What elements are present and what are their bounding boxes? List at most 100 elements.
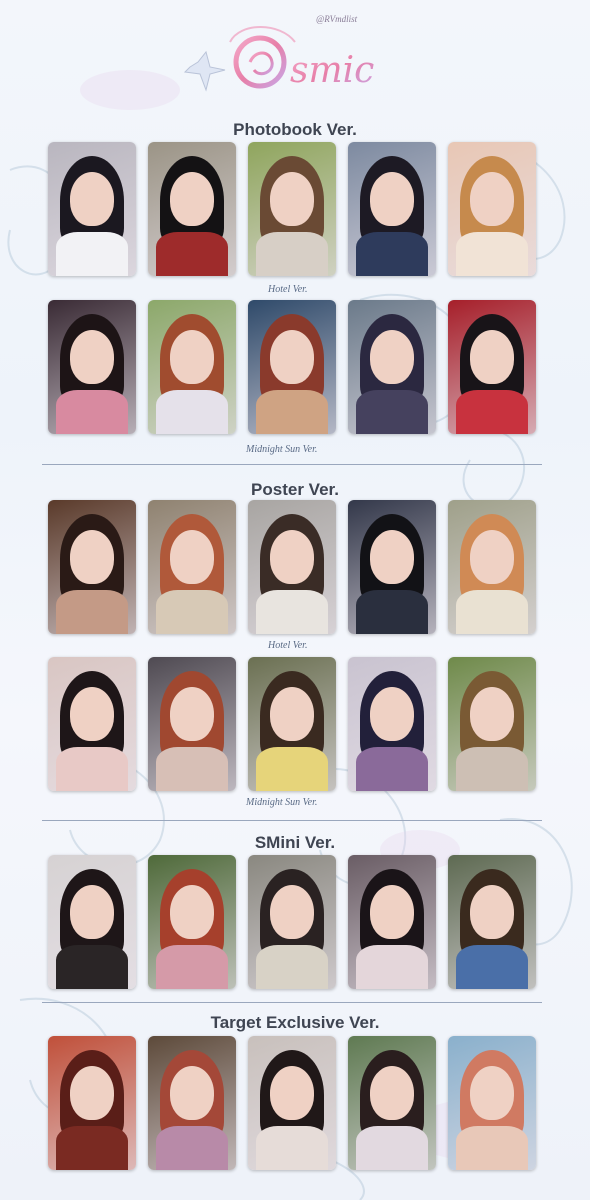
photocard — [148, 1036, 236, 1170]
photocard-face — [470, 885, 514, 939]
photocard — [48, 1036, 136, 1170]
photocard-outfit — [156, 590, 228, 634]
photocard — [448, 500, 536, 634]
photocard-outfit — [56, 390, 128, 434]
photocard — [448, 142, 536, 276]
photocard-outfit — [456, 590, 528, 634]
photocard — [48, 657, 136, 791]
photocard-face — [470, 172, 514, 226]
section-title-poster: Poster Ver. — [251, 480, 339, 499]
row-label-hotel: Hotel Ver. — [268, 284, 308, 295]
photocard — [248, 300, 336, 434]
photocard-outfit — [256, 945, 328, 989]
photocard-outfit — [156, 747, 228, 791]
photocard-face — [70, 885, 114, 939]
photocard-outfit — [356, 1126, 428, 1170]
photocard-outfit — [56, 747, 128, 791]
photocard-face — [370, 172, 414, 226]
photocard-outfit — [356, 590, 428, 634]
photocard-outfit — [456, 945, 528, 989]
photocard — [48, 855, 136, 989]
photocard-face — [170, 1066, 214, 1120]
photocard — [148, 300, 236, 434]
photocard-face — [70, 1066, 114, 1120]
photocard-face — [170, 172, 214, 226]
photocard — [148, 142, 236, 276]
photocard-face — [470, 687, 514, 741]
photocard-face — [170, 885, 214, 939]
photocard-face — [170, 687, 214, 741]
photocard-outfit — [256, 1126, 328, 1170]
divider — [42, 1002, 542, 1003]
photocard — [348, 300, 436, 434]
photocard — [148, 657, 236, 791]
photocard-outfit — [56, 945, 128, 989]
logo-text: smic — [290, 50, 374, 91]
row-label-midnight-sun: Midnight Sun Ver. — [246, 444, 318, 455]
photocard-face — [270, 1066, 314, 1120]
photocard-outfit — [156, 1126, 228, 1170]
photocard-face — [170, 530, 214, 584]
photocard-face — [70, 530, 114, 584]
photocard-face — [370, 1066, 414, 1120]
photocard — [348, 1036, 436, 1170]
photocard — [248, 855, 336, 989]
photocard — [448, 1036, 536, 1170]
section-title-smini: SMini Ver. — [254, 833, 336, 852]
photocard — [448, 657, 536, 791]
photocard-face — [370, 530, 414, 584]
photocard — [248, 500, 336, 634]
photocard-outfit — [356, 232, 428, 276]
photocard-outfit — [256, 590, 328, 634]
photocard — [348, 855, 436, 989]
photocard-face — [70, 687, 114, 741]
photocard-face — [470, 1066, 514, 1120]
photocard-face — [270, 687, 314, 741]
photocard — [148, 500, 236, 634]
photocard — [248, 657, 336, 791]
photocard-outfit — [156, 232, 228, 276]
photocard — [448, 300, 536, 434]
photocard — [448, 855, 536, 989]
photocard-outfit — [56, 1126, 128, 1170]
photocard-face — [270, 530, 314, 584]
photocard-outfit — [356, 390, 428, 434]
watermark: @RVmdlist — [316, 14, 358, 24]
photocard — [148, 855, 236, 989]
photocard-face — [70, 172, 114, 226]
photocard-outfit — [56, 232, 128, 276]
photocard-outfit — [456, 232, 528, 276]
photocard — [348, 657, 436, 791]
photocard — [48, 142, 136, 276]
photocard — [348, 142, 436, 276]
photocard-face — [170, 330, 214, 384]
photocard — [248, 1036, 336, 1170]
photocard-outfit — [456, 390, 528, 434]
photocard-outfit — [456, 747, 528, 791]
row-label-midnight-sun: Midnight Sun Ver. — [246, 797, 318, 808]
section-title-target: Target Exclusive Ver. — [210, 1013, 380, 1032]
photocard-face — [470, 330, 514, 384]
photocard-face — [270, 885, 314, 939]
section-title-photobook: Photobook Ver. — [233, 120, 357, 139]
photocard-outfit — [56, 590, 128, 634]
photocard-face — [70, 330, 114, 384]
photocard-outfit — [356, 747, 428, 791]
divider — [42, 464, 542, 465]
photocard-face — [270, 330, 314, 384]
photocard-outfit — [256, 747, 328, 791]
photocard — [248, 142, 336, 276]
photocard-outfit — [256, 390, 328, 434]
photocard — [348, 500, 436, 634]
photocard-outfit — [156, 390, 228, 434]
photocard-face — [470, 530, 514, 584]
photocard-outfit — [356, 945, 428, 989]
logo-graphic: smic — [183, 26, 374, 92]
cosmic-logo: smic — [170, 12, 430, 102]
photocard-outfit — [156, 945, 228, 989]
row-label-hotel: Hotel Ver. — [268, 640, 308, 651]
photocard — [48, 500, 136, 634]
photocard — [48, 300, 136, 434]
photocard-face — [370, 885, 414, 939]
divider — [42, 820, 542, 821]
